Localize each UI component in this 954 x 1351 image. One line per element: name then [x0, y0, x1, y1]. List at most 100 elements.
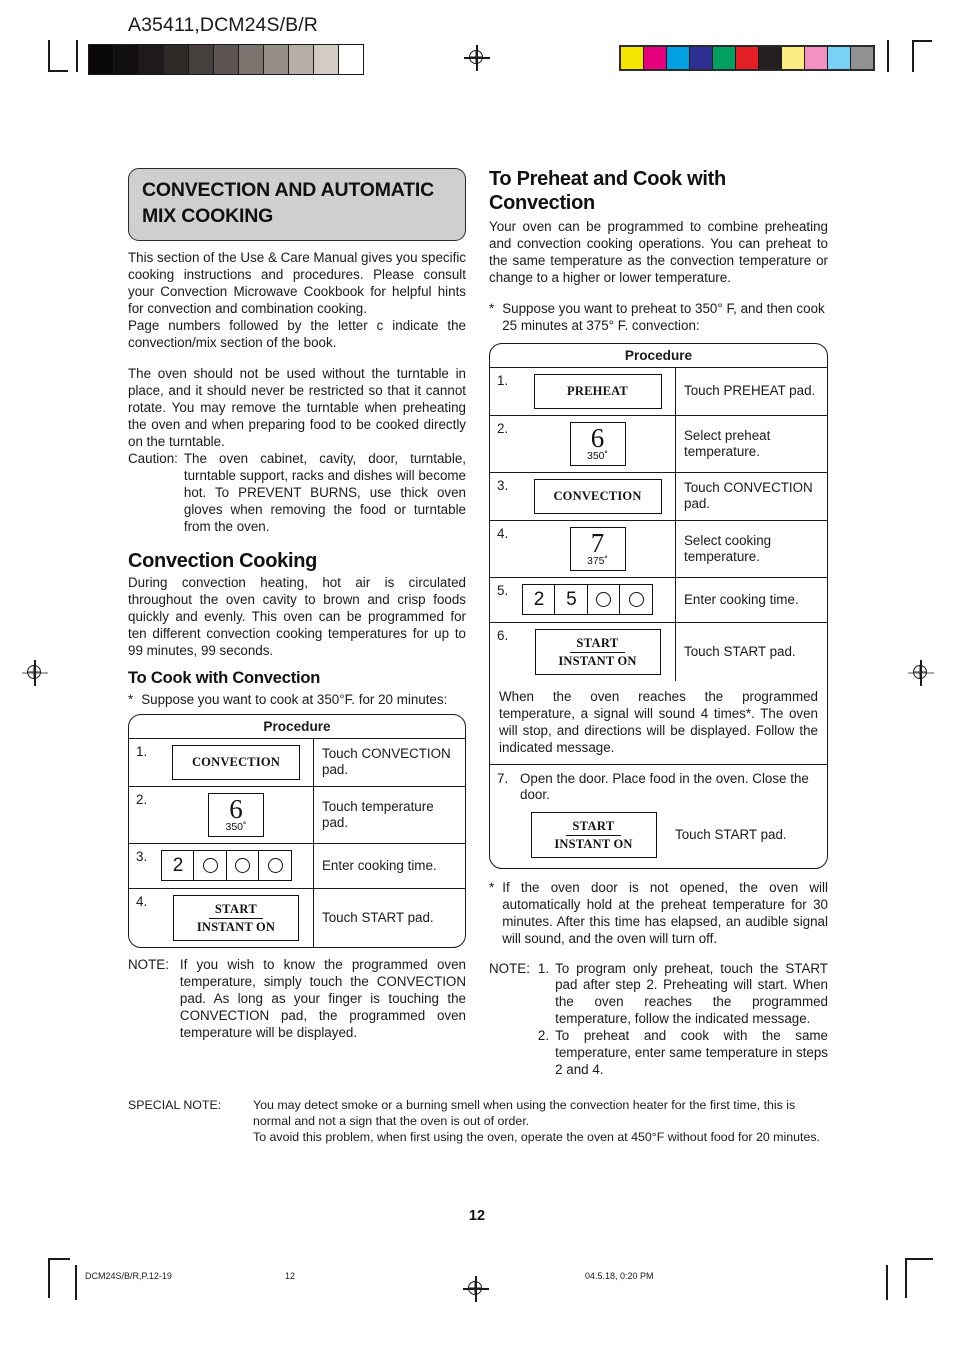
pad-start-line1: START	[570, 636, 625, 653]
footer-filename: DCM24S/B/R,P.12-19	[85, 1271, 172, 1281]
pad-temperature-350[interactable]: 6 350˚	[208, 792, 264, 837]
key-digit-2[interactable]: 2	[161, 850, 195, 882]
heading-convection-cooking: Convection Cooking	[128, 549, 318, 572]
key-digit-2[interactable]: 2	[522, 584, 556, 616]
pad-start-instant-on-step7[interactable]: START INSTANT ON	[530, 811, 657, 858]
page-number: 12	[468, 1208, 486, 1224]
circle-icon	[202, 858, 218, 874]
registration-target-left-middle	[22, 660, 48, 686]
crop-mark-bottom-right-inner	[886, 1265, 888, 1300]
procedure-step-description: Select cooking temperature.	[675, 520, 827, 577]
right-column: To Preheat and Cook with Convection Your…	[489, 168, 828, 1079]
footer-page-number: 12	[285, 1271, 296, 1281]
color-swatch-6	[759, 47, 782, 69]
procedure-step-row: 4. START INSTANT ON Touch START pad.	[129, 888, 465, 947]
procedure-table-preheat: Procedure 1. PREHEAT Touch PREHEAT pad. 2. 6…	[489, 342, 828, 869]
color-swatch-1	[644, 47, 667, 69]
grayscale-swatch-10	[339, 45, 363, 74]
grayscale-swatch-4	[189, 45, 214, 74]
pad-temperature-digit: 6	[590, 422, 605, 453]
color-swatch-10	[851, 47, 873, 69]
procedure-step-description: Select preheat temperature.	[675, 415, 827, 472]
convection-cooking-paragraph: During convection heating, hot air is ci…	[128, 575, 466, 659]
procedure-step-number: 1.	[136, 743, 148, 759]
note-item-number: 2.	[537, 1028, 550, 1044]
procedure-step-description: Enter cooking time.	[313, 843, 465, 888]
key-digit-label: 2	[533, 588, 545, 610]
color-swatch-5	[736, 47, 759, 69]
procedure-step-number: 6.	[497, 627, 509, 643]
procedure-step-row: 1. PREHEAT Touch PREHEAT pad.	[490, 367, 827, 416]
grayscale-swatch-7	[264, 45, 289, 74]
pad-preheat[interactable]: PREHEAT	[533, 373, 662, 409]
color-swatch-0	[621, 47, 644, 69]
procedure-step-number: 5.	[497, 582, 509, 598]
procedure-step-number: 3.	[136, 848, 148, 864]
crop-mark-top-left-horizontal	[48, 70, 68, 72]
crop-mark-top-right-horizontal	[912, 40, 932, 42]
procedure-step-description: Touch CONVECTION pad.	[675, 472, 827, 520]
suppose-line-left: * Suppose you want to cook at 350°F. for…	[128, 692, 466, 709]
color-swatch-7	[782, 47, 805, 69]
footnote-block-right: * If the oven door is not opened, the ov…	[489, 880, 828, 948]
page-title: CONVECTION AND AUTOMATIC MIX COOKING	[128, 168, 466, 242]
heading-preheat-and-cook: To Preheat and Cook with Convection	[489, 168, 726, 214]
note-text-left: If you wish to know the programmed oven …	[179, 956, 466, 1040]
grayscale-swatch-3	[164, 45, 189, 74]
procedure-step-description: Touch temperature pad.	[313, 786, 465, 843]
intro-paragraph-2: Page numbers followed by the letter c in…	[128, 318, 466, 351]
color-swatch-4	[713, 47, 736, 69]
pad-convection[interactable]: CONVECTION	[533, 478, 662, 514]
color-calibration-bar	[619, 45, 875, 71]
number-keypad: 25	[522, 584, 654, 616]
special-note-label: SPECIAL NOTE:	[128, 1098, 222, 1112]
note-item-text: To program only preheat, touch the START…	[555, 960, 828, 1027]
color-swatch-3	[690, 47, 713, 69]
footnote-text-right: If the oven door is not opened, the oven…	[502, 879, 828, 946]
pad-temperature-350[interactable]: 6 350˚	[569, 421, 626, 466]
caution-block: Caution: The oven cabinet, cavity, door,…	[128, 451, 466, 536]
procedure-step-number: 3.	[497, 477, 509, 493]
note-item-text: To preheat and cook with the same temper…	[555, 1028, 828, 1078]
note-label-left: NOTE:	[128, 956, 169, 972]
procedure-step-description: Touch START pad.	[675, 622, 827, 681]
caution-text: The oven cabinet, cavity, door, turntabl…	[183, 450, 466, 534]
footer-timestamp: 04.5.18, 0:20 PM	[585, 1271, 654, 1281]
special-note-paragraph-2: To avoid this problem, when first using …	[253, 1130, 820, 1145]
key-circle-1[interactable]	[193, 850, 228, 882]
circle-icon	[628, 592, 644, 608]
procedure-step-row: 2. 6 350˚ Touch temperature pad.	[129, 786, 465, 844]
procedure-step-row: 3. CONVECTION Touch CONVECTION pad.	[490, 472, 827, 521]
pad-start-instant-on[interactable]: START INSTANT ON	[173, 894, 299, 941]
color-swatch-2	[667, 47, 690, 69]
grayscale-calibration-bar	[88, 44, 364, 75]
key-circle-3[interactable]	[619, 584, 654, 616]
key-digit-label: 2	[172, 854, 184, 876]
crop-mark-top-right-vertical	[912, 40, 914, 72]
pad-temperature-value: 350˚	[586, 450, 608, 463]
key-circle-2[interactable]	[586, 584, 621, 616]
number-keypad: 2	[161, 850, 293, 882]
pad-convection[interactable]: CONVECTION	[172, 744, 300, 780]
note-item: 1. To program only preheat, touch the STA…	[538, 961, 828, 1029]
key-circle-2[interactable]	[225, 850, 260, 882]
pad-start-instant-on[interactable]: START INSTANT ON	[534, 628, 661, 675]
procedure-step-7-text: Open the door. Place food in the oven. C…	[520, 771, 809, 803]
procedure-step-number: 4.	[497, 525, 509, 541]
key-digit-5[interactable]: 5	[554, 584, 589, 616]
left-column: CONVECTION AND AUTOMATIC MIX COOKING Thi…	[128, 168, 466, 1042]
grayscale-swatch-8	[289, 45, 314, 74]
pad-temperature-375[interactable]: 7 375˚	[569, 526, 626, 571]
procedure-step-number: 4.	[136, 893, 148, 909]
procedure-step-number: 1.	[497, 372, 509, 388]
circle-icon	[596, 592, 612, 608]
key-circle-3[interactable]	[258, 850, 293, 882]
pad-start-line2: INSTANT ON	[558, 653, 637, 668]
crop-mark-top-left-vertical	[48, 40, 50, 72]
document-code-label: A35411,DCM24S/B/R	[128, 14, 318, 36]
procedure-step-description: Enter cooking time.	[675, 577, 827, 622]
procedure-step-number: 2.	[136, 791, 148, 807]
crop-mark-top-left-inner	[76, 40, 78, 72]
pad-start-line2: INSTANT ON	[196, 919, 276, 934]
grayscale-swatch-1	[114, 45, 139, 74]
